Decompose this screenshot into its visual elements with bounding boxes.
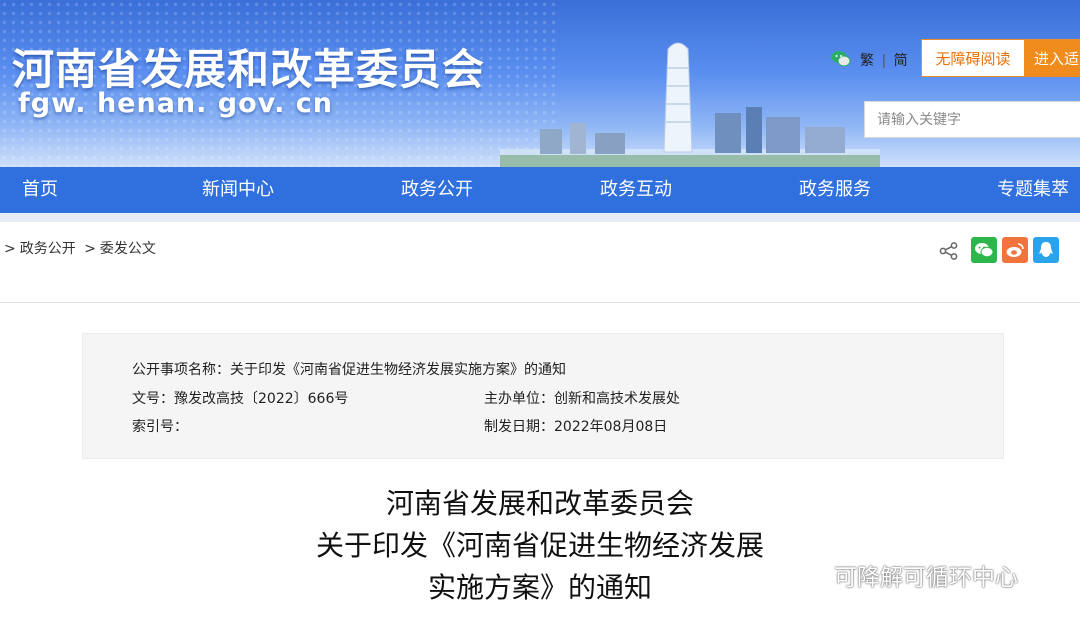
nav-shadow — [0, 213, 1080, 222]
nav-item-topics[interactable]: 专题集萃 — [997, 167, 1069, 213]
nav-item-news[interactable]: 新闻中心 — [202, 167, 274, 213]
info-label: 公开事项名称： — [132, 362, 230, 378]
info-value: 关于印发《河南省促进生物经济发展实施方案》的通知 — [230, 362, 566, 378]
info-item-name: 公开事项名称：关于印发《河南省促进生物经济发展实施方案》的通知 — [132, 359, 566, 379]
site-domain: fgw. henan. gov. cn — [18, 88, 333, 119]
search-input[interactable] — [864, 101, 1080, 138]
lang-separator: | — [881, 53, 887, 69]
breadcrumb: > 政务公开 > 委发公文 — [4, 238, 160, 258]
info-label: 主办单位： — [484, 391, 554, 407]
info-label: 索引号： — [132, 419, 188, 435]
info-label: 制发日期： — [484, 419, 554, 435]
info-value: 创新和高技术发展处 — [554, 391, 680, 407]
qq-icon — [1039, 242, 1053, 257]
share-wechat-button[interactable] — [971, 237, 997, 263]
lang-traditional-link[interactable]: 繁 — [860, 53, 874, 69]
info-label: 文号： — [132, 391, 174, 407]
language-switch: 繁 | 简 — [860, 50, 908, 70]
breadcrumb-separator: > — [4, 241, 16, 257]
info-item-date: 制发日期：2022年08月08日 — [484, 416, 667, 436]
accessibility-reading-button[interactable]: 无障碍阅读 — [921, 39, 1025, 77]
wechat-icon[interactable] — [831, 50, 851, 68]
lang-simplified-link[interactable]: 简 — [894, 53, 908, 69]
nav-item-services[interactable]: 政务服务 — [799, 167, 871, 213]
main-nav: 首页 新闻中心 政务公开 政务互动 政务服务 专题集萃 — [0, 167, 1080, 213]
info-item-doc-number: 文号：豫发改高技〔2022〕666号 — [132, 388, 348, 408]
wechat-icon — [788, 560, 826, 588]
wechat-icon — [975, 243, 994, 258]
share-icon[interactable] — [939, 242, 959, 260]
header-banner: 河南省发展和改革委员会 fgw. henan. gov. cn 繁 | 简 无障… — [0, 0, 1080, 167]
city-skyline-image — [500, 42, 880, 167]
share-weibo-button[interactable] — [1002, 237, 1028, 263]
wechat-watermark: 可降解可循环中心 — [788, 558, 1018, 592]
content-divider — [0, 302, 1080, 303]
breadcrumb-separator: > — [84, 241, 96, 257]
info-item-index: 索引号： — [132, 416, 188, 436]
nav-item-interaction[interactable]: 政务互动 — [600, 167, 672, 213]
enter-elderly-mode-button[interactable]: 进入适 — [1025, 39, 1080, 77]
nav-item-home[interactable]: 首页 — [22, 167, 58, 213]
document-title-line-1: 河南省发展和改革委员会 — [385, 487, 694, 520]
info-value: 2022年08月08日 — [554, 419, 668, 435]
weibo-icon — [1006, 243, 1024, 257]
breadcrumb-item-affairs[interactable]: 政务公开 — [20, 241, 76, 257]
watermark-text: 可降解可循环中心 — [834, 565, 1018, 591]
share-qq-button[interactable] — [1033, 237, 1059, 263]
nav-item-government-affairs[interactable]: 政务公开 — [401, 167, 473, 213]
info-item-department: 主办单位：创新和高技术发展处 — [484, 388, 680, 408]
breadcrumb-item-documents[interactable]: 委发公文 — [100, 241, 156, 257]
info-value: 豫发改高技〔2022〕666号 — [174, 391, 349, 407]
